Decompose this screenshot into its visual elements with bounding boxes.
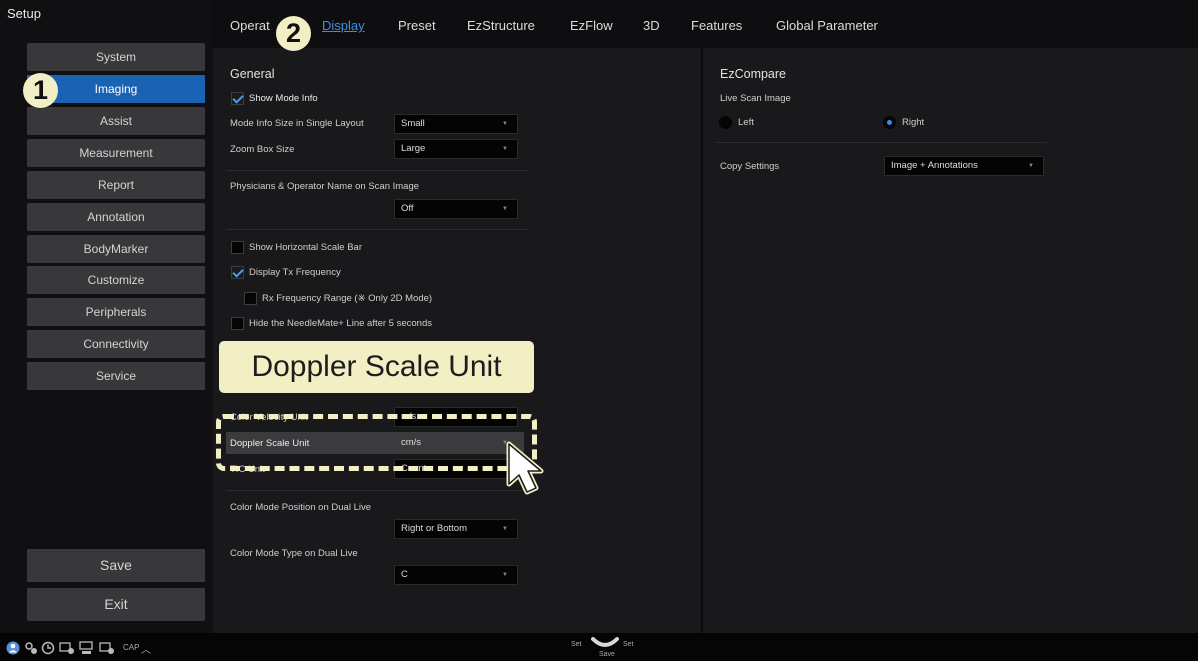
- hide-needlemate-label: Hide the NeedleMate+ Line after 5 second…: [249, 318, 432, 329]
- zoom-box-size-label: Zoom Box Size: [230, 144, 295, 155]
- save-status-label: Save: [599, 651, 615, 658]
- radio-left-label: Left: [738, 117, 754, 128]
- hide-needlemate-checkbox[interactable]: [231, 317, 244, 330]
- trackball-icon: [591, 637, 619, 647]
- chevron-down-icon: ▼: [502, 121, 508, 127]
- sidebar-item-assist[interactable]: Assist: [27, 107, 205, 135]
- copy-settings-label: Copy Settings: [720, 161, 780, 172]
- set-left-label: Set: [571, 641, 582, 648]
- cap-indicator: CAP: [123, 643, 140, 652]
- chevron-down-icon: ▼: [502, 572, 508, 578]
- exit-button[interactable]: Exit: [27, 588, 205, 621]
- sidebar-item-system[interactable]: System: [27, 43, 205, 71]
- highlight-frame: [216, 414, 537, 471]
- show-horizontal-scale-bar-checkbox[interactable]: [231, 241, 244, 254]
- sidebar-item-annotation[interactable]: Annotation: [27, 203, 205, 231]
- physicians-name-value: Off: [401, 203, 414, 214]
- tab-display[interactable]: Display: [322, 18, 365, 33]
- color-mode-position-dropdown[interactable]: Right or Bottom ▼: [394, 519, 518, 539]
- show-mode-info-label: Show Mode Info: [249, 93, 318, 104]
- tab-ezflow[interactable]: EzFlow: [570, 18, 613, 33]
- adw-icon[interactable]: [79, 641, 95, 655]
- divider: [226, 229, 528, 230]
- print-icon[interactable]: [99, 641, 115, 655]
- mode-info-size-value: Small: [401, 118, 425, 129]
- chevron-up-icon[interactable]: ︿: [141, 641, 151, 656]
- rx-frequency-range-checkbox[interactable]: [244, 292, 257, 305]
- tab-global-parameter[interactable]: Global Parameter: [776, 18, 878, 33]
- step-2-badge: 2: [276, 16, 311, 51]
- display-tx-frequency-label: Display Tx Frequency: [249, 267, 341, 278]
- callout-label: Doppler Scale Unit: [219, 341, 534, 393]
- radio-right-label: Right: [902, 117, 925, 128]
- color-mode-type-value: C: [401, 569, 408, 580]
- radio-left[interactable]: [719, 116, 732, 129]
- setup-title: Setup: [7, 6, 41, 21]
- tab-features[interactable]: Features: [691, 18, 742, 33]
- pointer-cursor-icon: [506, 441, 544, 495]
- storage-icon[interactable]: [59, 641, 75, 655]
- zoom-box-size-value: Large: [401, 143, 426, 154]
- mode-info-size-dropdown[interactable]: Small ▼: [394, 114, 518, 134]
- step-1-badge: 1: [23, 73, 58, 108]
- show-mode-info-checkbox[interactable]: [231, 92, 244, 105]
- sidebar-item-bodymarker[interactable]: BodyMarker: [27, 235, 205, 263]
- copy-settings-dropdown[interactable]: Image + Annotations ▼: [884, 156, 1044, 176]
- general-heading: General: [230, 67, 275, 81]
- show-horizontal-scale-bar-label: Show Horizontal Scale Bar: [249, 242, 362, 253]
- tab-operation[interactable]: Operat: [230, 18, 270, 33]
- sidebar-item-customize[interactable]: Customize: [27, 266, 205, 294]
- clock-icon[interactable]: [41, 641, 55, 655]
- divider: [226, 170, 528, 171]
- display-tx-frequency-checkbox[interactable]: [231, 266, 244, 279]
- network-icon[interactable]: [24, 641, 38, 655]
- chevron-down-icon: ▼: [502, 146, 508, 152]
- divider: [715, 142, 1047, 143]
- sidebar-item-connectivity[interactable]: Connectivity: [27, 330, 205, 358]
- physicians-name-dropdown[interactable]: Off ▼: [394, 199, 518, 219]
- chevron-down-icon: ▼: [1028, 163, 1034, 169]
- user-icon[interactable]: [6, 641, 20, 655]
- tab-preset[interactable]: Preset: [398, 18, 436, 33]
- sidebar-item-report[interactable]: Report: [27, 171, 205, 199]
- sidebar-item-service[interactable]: Service: [27, 362, 205, 390]
- radio-right[interactable]: [883, 116, 896, 129]
- sidebar-item-peripherals[interactable]: Peripherals: [27, 298, 205, 326]
- divider: [226, 490, 528, 491]
- color-mode-position-label: Color Mode Position on Dual Live: [230, 502, 371, 513]
- live-scan-image-label: Live Scan Image: [720, 93, 791, 104]
- chevron-down-icon: ▼: [502, 206, 508, 212]
- save-button[interactable]: Save: [27, 549, 205, 582]
- tab-3d[interactable]: 3D: [643, 18, 660, 33]
- mode-info-size-label: Mode Info Size in Single Layout: [230, 118, 364, 129]
- tab-ezstructure[interactable]: EzStructure: [467, 18, 535, 33]
- chevron-down-icon: ▼: [502, 526, 508, 532]
- ezcompare-panel: [703, 48, 1198, 633]
- zoom-box-size-dropdown[interactable]: Large ▼: [394, 139, 518, 159]
- physicians-name-label: Physicians & Operator Name on Scan Image: [230, 181, 420, 192]
- sidebar-item-measurement[interactable]: Measurement: [27, 139, 205, 167]
- set-right-label: Set: [623, 641, 634, 648]
- rx-frequency-range-label: Rx Frequency Range (※ Only 2D Mode): [262, 293, 433, 304]
- ezcompare-heading: EzCompare: [720, 67, 786, 81]
- copy-settings-value: Image + Annotations: [891, 160, 978, 171]
- color-mode-type-label: Color Mode Type on Dual Live: [230, 548, 358, 559]
- color-mode-position-value: Right or Bottom: [401, 523, 467, 534]
- color-mode-type-dropdown[interactable]: C ▼: [394, 565, 518, 585]
